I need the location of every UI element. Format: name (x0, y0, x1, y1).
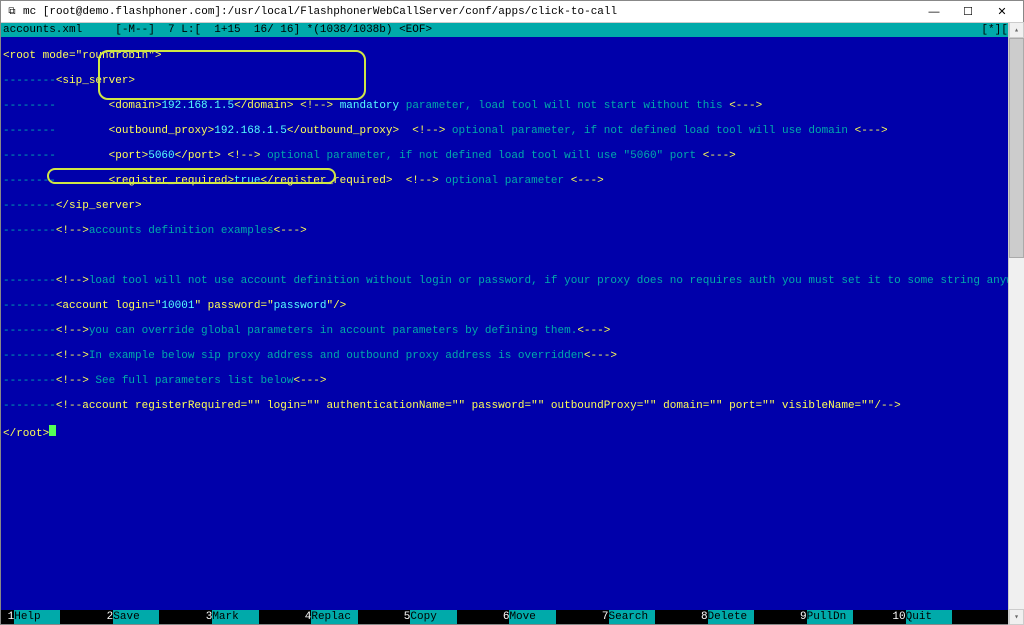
maximize-button[interactable]: ☐ (951, 2, 985, 22)
fnkey-2[interactable]: 2Save (107, 611, 160, 623)
mcedit-statusbar: accounts.xml [-M--] 7 L:[ 1+15 16/ 16] *… (1, 23, 1023, 37)
window-title: mc [root@demo.flashphoner.com]:/usr/loca… (23, 6, 617, 18)
fnkey-4[interactable]: 4Replac (305, 611, 358, 623)
fnkey-9[interactable]: 9PullDn (800, 611, 853, 623)
close-button[interactable]: ✕ (985, 2, 1019, 22)
scroll-up-button[interactable]: ▴ (1009, 22, 1024, 38)
window-titlebar: ⧉ mc [root@demo.flashphoner.com]:/usr/lo… (1, 1, 1023, 23)
mcedit-fnkeys: 1Help 2Save 3Mark 4Replac 5Copy 6Move 7S… (1, 610, 1023, 624)
window-controls: — ☐ ✕ (917, 2, 1019, 22)
fnkey-10[interactable]: 10Quit (892, 611, 951, 623)
minimize-button[interactable]: — (917, 2, 951, 22)
scroll-track[interactable] (1009, 38, 1024, 609)
fnkey-8[interactable]: 8Delete (701, 611, 754, 623)
editor-content[interactable]: <root mode="roundrobin"> --------<sip_se… (1, 37, 1023, 610)
fnkey-5[interactable]: 5Copy (404, 611, 457, 623)
fnkey-7[interactable]: 7Search (602, 611, 655, 623)
fnkey-1[interactable]: 1Help (1, 611, 60, 623)
fnkey-3[interactable]: 3Mark (206, 611, 259, 623)
terminal-area[interactable]: accounts.xml [-M--] 7 L:[ 1+15 16/ 16] *… (1, 23, 1023, 624)
putty-icon: ⧉ (5, 5, 19, 19)
fnkey-6[interactable]: 6Move (503, 611, 556, 623)
window-scrollbar[interactable]: ▴ ▾ (1008, 22, 1024, 625)
scroll-thumb[interactable] (1009, 38, 1024, 258)
scroll-down-button[interactable]: ▾ (1009, 609, 1024, 625)
text-cursor (49, 425, 56, 436)
